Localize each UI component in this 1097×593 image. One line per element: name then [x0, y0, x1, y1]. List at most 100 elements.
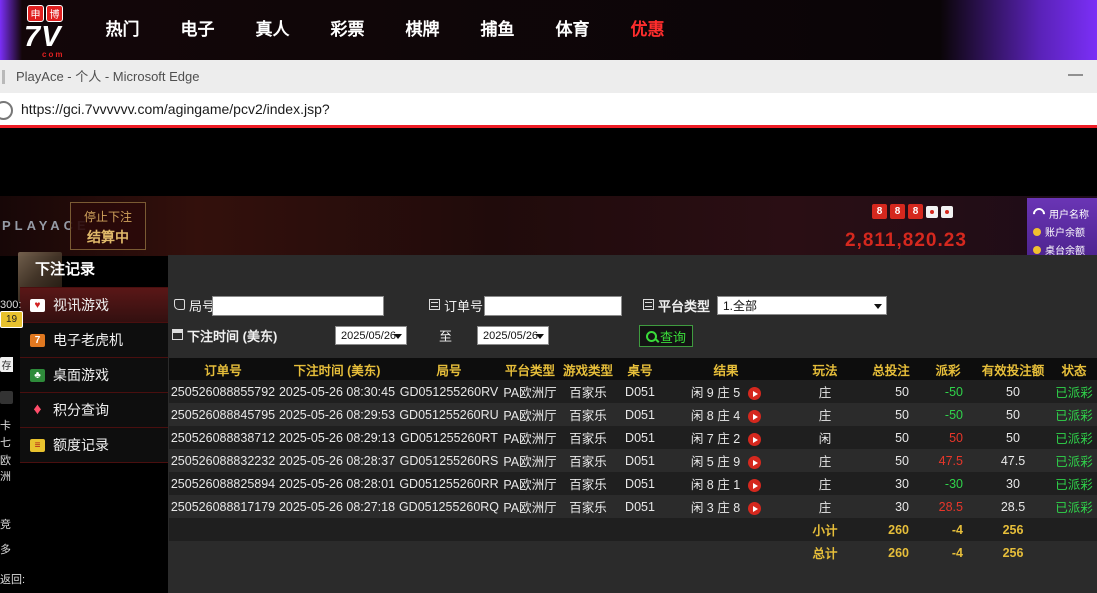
sidebar-item-label: 积分查询	[53, 400, 109, 420]
balance-icon	[1033, 228, 1041, 236]
total-row: 总计260-4256	[169, 541, 1097, 564]
replay-button[interactable]	[748, 456, 761, 469]
edge-fragment: 返回:	[0, 571, 25, 587]
nav-item-4[interactable]: 棋牌	[385, 0, 460, 60]
top-navigation: 申 博 7V com 热门电子真人彩票棋牌捕鱼体育优惠	[0, 0, 1097, 60]
minimize-button[interactable]: —	[1068, 60, 1083, 90]
edge-titlebar: PlayAce - 个人 - Microsoft Edge —	[0, 60, 1097, 93]
url-text[interactable]: https://gci.7vvvvvv.com/agingame/pcv2/in…	[21, 93, 330, 125]
nav-item-5[interactable]: 捕鱼	[460, 0, 535, 60]
table-balance-label: 桌台余额	[1045, 242, 1085, 256]
nav-item-0[interactable]: 热门	[85, 0, 160, 60]
replay-button[interactable]	[748, 433, 761, 446]
logo-badge-shen: 申	[27, 5, 44, 22]
to-label: 至	[439, 326, 452, 345]
column-header: 玩法	[789, 358, 861, 380]
column-header: 局号	[397, 358, 501, 380]
table-row: 2505260888387122025-05-26 08:29:13GD0512…	[169, 426, 1097, 449]
result-text: 闲 5 庄 9	[691, 455, 740, 469]
dice-icons: 888	[872, 204, 953, 219]
column-header: 下注时间 (美东)	[277, 358, 397, 380]
table-row: 2505260888171792025-05-26 08:27:18GD0512…	[169, 495, 1097, 518]
column-header: 派彩	[921, 358, 975, 380]
edge-fragment: 19	[0, 311, 23, 328]
stop-betting-label: 停止下注	[71, 208, 145, 225]
search-icon	[646, 331, 657, 342]
subtotal-row: 小计260-4256	[169, 518, 1097, 541]
video-cards-icon: ♥	[30, 299, 45, 312]
column-header: 平台类型	[501, 358, 559, 380]
settling-label: 结算中	[71, 227, 145, 247]
tab-fragment	[2, 70, 5, 84]
nav-item-6[interactable]: 体育	[535, 0, 610, 60]
nav-item-3[interactable]: 彩票	[310, 0, 385, 60]
result-text: 闲 8 庄 4	[691, 409, 740, 423]
accent-divider	[0, 125, 1097, 128]
address-bar[interactable]: https://gci.7vvvvvv.com/agingame/pcv2/in…	[0, 93, 1097, 125]
sidebar-item-0[interactable]: ♥ 视讯游戏	[20, 288, 168, 323]
username-label: 用户名称	[1049, 206, 1089, 221]
red-die-icon: 8	[890, 204, 905, 219]
platform-select[interactable]: 1.全部	[717, 296, 887, 315]
bet-time-label: 下注时间 (美东)	[187, 326, 277, 345]
column-header: 结果	[663, 358, 789, 380]
sidebar-item-label: 电子老虎机	[53, 330, 123, 350]
replay-button[interactable]	[748, 502, 761, 515]
play-icon	[753, 391, 758, 397]
nav-item-7[interactable]: 优惠	[610, 0, 685, 60]
stop-betting-box: 停止下注 结算中	[70, 202, 146, 250]
signal-icon	[1031, 205, 1048, 222]
table-row: 2505260888322322025-05-26 08:28:37GD0512…	[169, 449, 1097, 472]
edge-fragment: 竞	[0, 516, 11, 532]
round-number-input[interactable]	[212, 296, 384, 316]
jackpot-amount: 2,811,820.23	[845, 230, 967, 252]
window-title: PlayAce - 个人 - Microsoft Edge	[16, 60, 200, 93]
top-nav-items: 热门电子真人彩票棋牌捕鱼体育优惠	[85, 0, 685, 60]
reload-icon[interactable]	[0, 101, 13, 120]
logo-badge-bo: 博	[46, 5, 63, 22]
red-die-icon: 8	[872, 204, 887, 219]
replay-button[interactable]	[748, 387, 761, 400]
play-icon	[753, 460, 758, 466]
column-header: 游戏类型	[559, 358, 617, 380]
column-header: 状态	[1051, 358, 1097, 380]
bet-table: 订单号下注时间 (美东)局号平台类型游戏类型桌号结果玩法总投注派彩有效投注额状态…	[169, 358, 1097, 564]
edge-fragment: 洲	[0, 468, 11, 484]
play-icon	[753, 437, 758, 443]
white-die-icon	[941, 206, 953, 218]
order-number-input[interactable]	[484, 296, 622, 316]
column-header: 订单号	[169, 358, 277, 380]
date-from-select[interactable]: 2025/05/26	[335, 326, 407, 345]
edge-fragment: 存	[0, 357, 13, 372]
column-header: 总投注	[861, 358, 921, 380]
date-to-select[interactable]: 2025/05/26	[477, 326, 549, 345]
date-from-value: 2025/05/26	[341, 330, 396, 342]
red-die-icon: 8	[908, 204, 923, 219]
white-die-icon	[926, 206, 938, 218]
balance-label: 账户余额	[1045, 224, 1085, 239]
date-to-value: 2025/05/26	[483, 330, 538, 342]
edge-fragment: 欧	[0, 452, 11, 468]
records-panel: 局号 订单号 平台类型 1.全部 下注时间 (美东) 2025/05/26 至 …	[168, 255, 1097, 593]
table-games-icon: ♣	[30, 369, 45, 382]
site-logo[interactable]: 申 博 7V com	[24, 5, 80, 58]
dropdown-caret-icon	[394, 334, 402, 339]
edge-fragment: 七	[0, 434, 11, 450]
sidebar-item-label: 视讯游戏	[53, 295, 109, 315]
replay-button[interactable]	[748, 479, 761, 492]
nav-item-1[interactable]: 电子	[160, 0, 235, 60]
sidebar-item-3[interactable]: ♦积分查询	[20, 393, 168, 428]
logo-badges: 申 博	[27, 5, 80, 22]
nav-item-2[interactable]: 真人	[235, 0, 310, 60]
sidebar-item-1[interactable]: 7电子老虎机	[20, 323, 168, 358]
sidebar-menu: ♥ 视讯游戏 7电子老虎机 ♣ 桌面游戏 ♦积分查询≡额度记录	[20, 287, 168, 463]
play-icon	[753, 414, 758, 420]
table-row: 2505260888557922025-05-26 08:30:45GD0512…	[169, 380, 1097, 403]
replay-button[interactable]	[748, 410, 761, 423]
sidebar-item-2[interactable]: ♣ 桌面游戏	[20, 358, 168, 393]
search-button[interactable]: 查询	[639, 325, 693, 347]
sidebar-item-label: 桌面游戏	[53, 365, 109, 385]
result-text: 闲 3 庄 8	[691, 501, 740, 515]
sidebar-item-4[interactable]: ≡额度记录	[20, 428, 168, 463]
play-icon	[753, 506, 758, 512]
